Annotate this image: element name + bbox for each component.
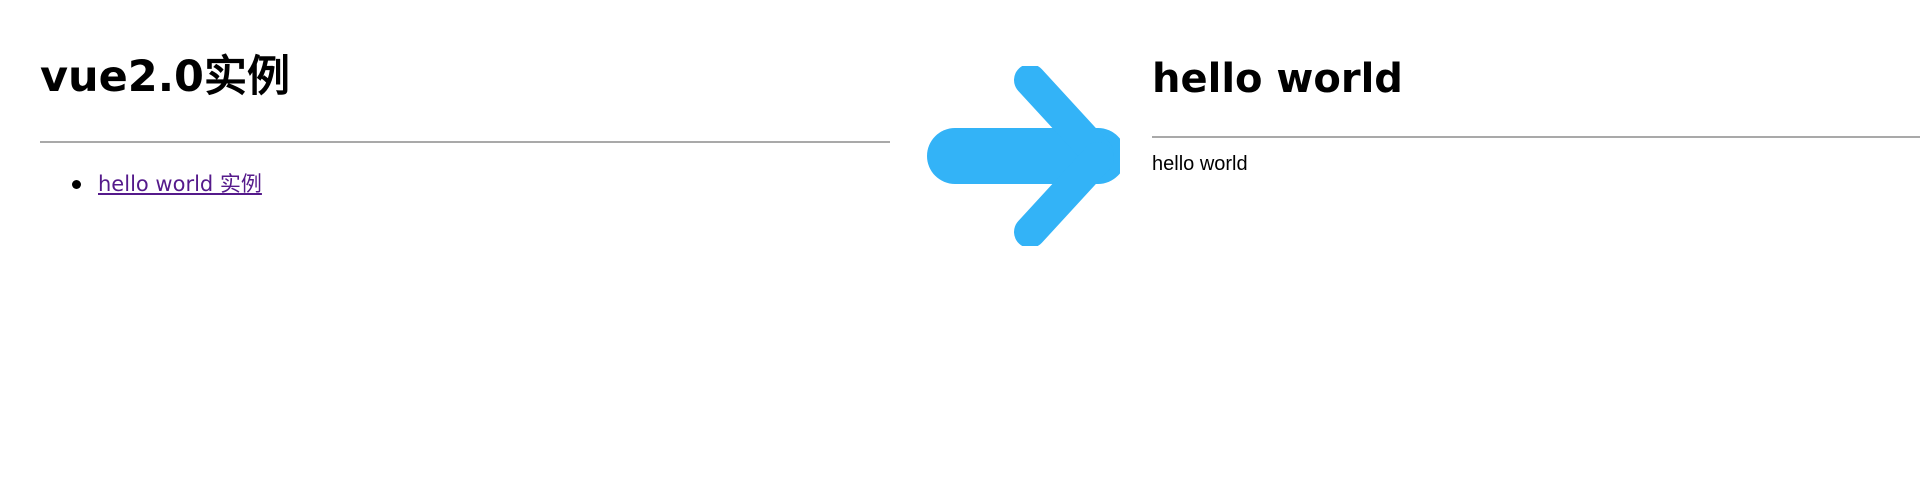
- page-title: vue2.0实例: [40, 52, 290, 102]
- arrow-shape: [927, 66, 1120, 246]
- page-title: hello world: [1152, 56, 1403, 102]
- divider: [1152, 136, 1920, 138]
- list-item: hello world 实例: [40, 168, 262, 200]
- example-list: hello world 实例: [40, 168, 262, 200]
- arrow-right-icon: [927, 66, 1120, 246]
- bullet-icon: [72, 180, 81, 189]
- hello-world-output: hello world: [1152, 153, 1248, 175]
- hello-world-example-link[interactable]: hello world 实例: [98, 172, 262, 196]
- divider: [40, 141, 890, 143]
